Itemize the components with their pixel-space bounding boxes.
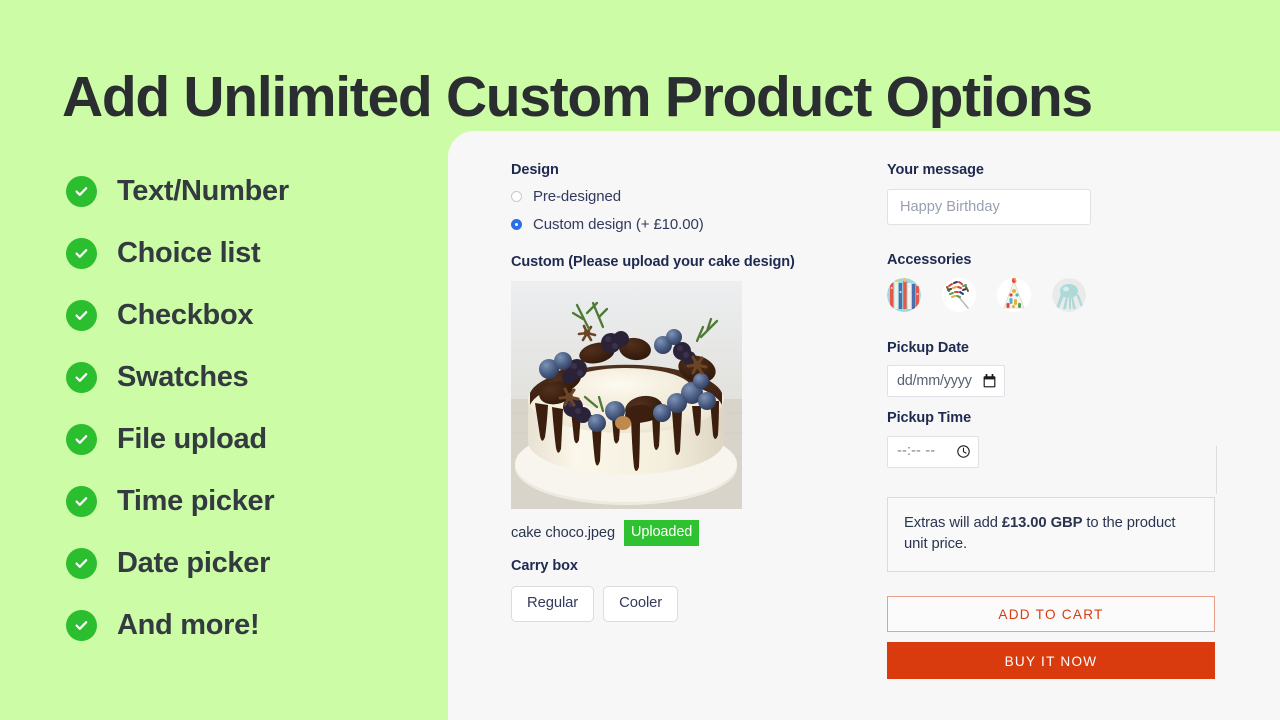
check-circle-icon (66, 299, 97, 331)
design-group-label: Design (511, 162, 559, 178)
page-root: Add Unlimited Custom Product Options Tex… (0, 0, 1280, 720)
clock-icon[interactable] (957, 445, 970, 458)
radio-icon[interactable] (511, 191, 522, 203)
feature-label: Time picker (117, 484, 275, 517)
feature-item: Text/Number (66, 160, 446, 222)
candles-swatch[interactable] (887, 278, 921, 313)
radio-option-custom-design[interactable]: Custom design (+ £10.00) (511, 217, 841, 232)
check-circle-icon (66, 423, 97, 455)
feature-item: File upload (66, 408, 446, 470)
feature-label: Text/Number (117, 174, 289, 207)
feature-item: Time picker (66, 470, 446, 532)
radio-label: Custom design (+ £10.00) (533, 216, 704, 234)
extras-amount: £13.00 GBP (1001, 514, 1083, 531)
check-circle-icon (66, 547, 97, 579)
feature-label: And more! (117, 608, 260, 641)
feature-label: Date picker (117, 546, 271, 579)
feature-list: Text/Number Choice list Checkbox Swatche… (66, 160, 446, 656)
check-circle-icon (66, 237, 97, 269)
pickup-date-input[interactable]: dd/mm/yyyy (887, 365, 1005, 398)
extras-notice: Extras will add £13.00 GBP to the produc… (887, 496, 1215, 572)
feature-label: Swatches (117, 360, 249, 393)
product-options-panel: Design Pre-designed Custom design (+ £10… (448, 131, 1280, 720)
feature-item: And more! (66, 594, 446, 656)
pickup-time-label: Pickup Time (887, 410, 972, 427)
radio-icon-selected[interactable] (511, 219, 522, 231)
feature-label: Checkbox (117, 298, 254, 331)
accessories-label: Accessories (887, 252, 972, 269)
check-circle-icon (66, 361, 97, 393)
feature-item: Swatches (66, 346, 446, 408)
pickup-time-input[interactable]: --:-- -- (887, 435, 979, 468)
sprinkles-swatch[interactable] (942, 278, 976, 313)
check-circle-icon (66, 485, 97, 517)
radio-label: Pre-designed (533, 188, 622, 206)
status-badge: Uploaded (623, 520, 700, 546)
options-column-left: Design Pre-designed Custom design (+ £10… (511, 161, 841, 622)
extras-prefix: Extras will add (904, 514, 1002, 531)
carry-box-option-regular[interactable]: Regular (511, 586, 595, 622)
accessories-swatches (887, 278, 1217, 313)
carry-box-label: Carry box (511, 558, 578, 575)
upload-status-row: cake choco.jpeg Uploaded (511, 520, 841, 546)
radio-option-pre-designed[interactable]: Pre-designed (511, 189, 841, 204)
add-to-cart-button[interactable]: ADD TO CART (887, 595, 1215, 632)
extras-notice-text: Extras will add £13.00 GBP to the produc… (904, 514, 1176, 552)
party-hat-swatch[interactable] (997, 278, 1031, 313)
page-title: Add Unlimited Custom Product Options (62, 65, 1093, 130)
feature-item: Choice list (66, 222, 446, 284)
feature-item: Checkbox (66, 284, 446, 346)
calendar-icon[interactable] (983, 374, 996, 388)
check-circle-icon (66, 609, 97, 641)
carry-box-option-cooler[interactable]: Cooler (603, 586, 679, 622)
uploaded-cake-image[interactable] (511, 281, 742, 510)
carry-box-options: Regular Cooler (511, 586, 841, 622)
uploaded-file-name: cake choco.jpeg (511, 524, 615, 541)
panel-scrollbar[interactable] (1216, 446, 1217, 494)
feature-label: File upload (117, 422, 267, 455)
message-input[interactable] (887, 189, 1091, 226)
balloon-swatch[interactable] (1052, 278, 1086, 313)
pickup-time-value: --:-- -- (897, 443, 936, 460)
options-column-right: Your message Accessories (887, 161, 1217, 679)
buy-it-now-button[interactable]: BUY IT NOW (887, 641, 1215, 679)
feature-label: Choice list (117, 236, 261, 269)
message-label: Your message (887, 162, 984, 178)
pickup-date-label: Pickup Date (887, 340, 969, 357)
check-circle-icon (66, 175, 97, 207)
pickup-date-value: dd/mm/yyyy (897, 373, 972, 390)
upload-group-label: Custom (Please upload your cake design) (511, 254, 795, 271)
feature-item: Date picker (66, 532, 446, 594)
